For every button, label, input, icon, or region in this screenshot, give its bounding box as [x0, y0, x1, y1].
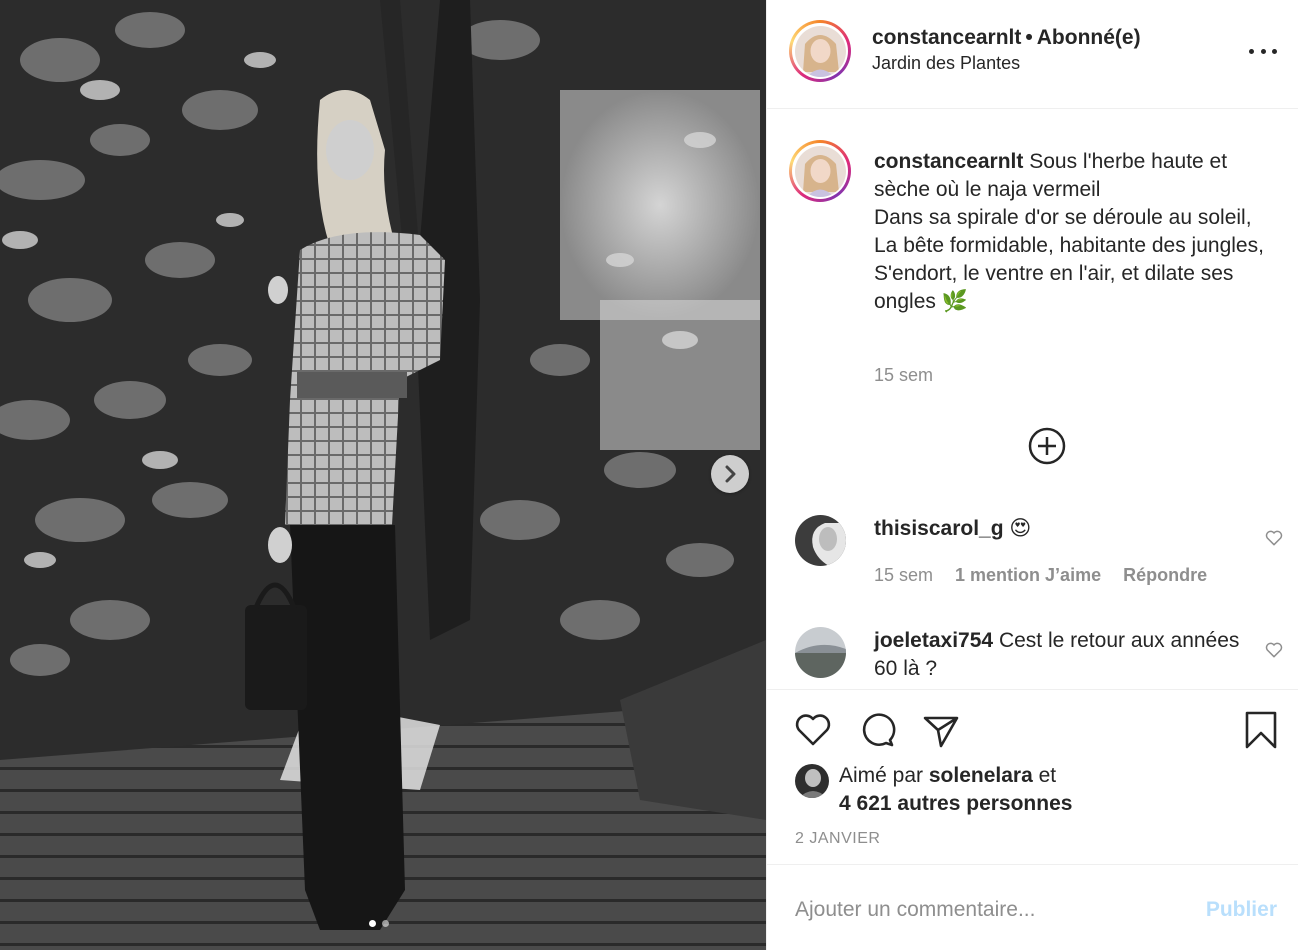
comment-text: 😍	[1009, 517, 1032, 540]
post-date[interactable]: 2 JANVIER	[795, 830, 880, 848]
comment-username[interactable]: joeletaxi754	[874, 629, 993, 652]
more-options-icon[interactable]	[1249, 40, 1277, 62]
post-actions: Aimé par solenelara et 4 621 autres pers…	[767, 689, 1298, 865]
heart-icon[interactable]	[793, 710, 833, 750]
paper-plane-icon[interactable]	[921, 710, 961, 750]
publish-button[interactable]: Publier	[1206, 898, 1277, 922]
follow-status[interactable]: Abonné(e)	[1037, 26, 1141, 49]
likes-conjunction: et	[1038, 764, 1057, 787]
bookmark-icon[interactable]	[1241, 710, 1281, 750]
likes-prefix: Aimé par	[839, 764, 924, 787]
liker-username[interactable]: solenelara	[929, 764, 1033, 787]
post-location[interactable]: Jardin des Plantes	[872, 53, 1141, 74]
post-header-text: constancearnlt • Abonné(e) Jardin des Plan…	[872, 26, 1141, 74]
comment-item: joeletaxi754 Cest le retour aux années 6…	[874, 627, 1254, 683]
chevron-right-icon	[725, 465, 736, 483]
post-photo[interactable]	[0, 0, 766, 950]
post-caption: constancearnlt Sous l'herbe haute et sèc…	[874, 148, 1284, 316]
comment-heart-icon[interactable]	[1264, 528, 1284, 548]
header-separator: •	[1025, 26, 1033, 49]
comment-heart-icon[interactable]	[1264, 640, 1284, 660]
caption-timestamp[interactable]: 15 sem	[874, 365, 933, 386]
comments-section[interactable]: constancearnlt Sous l'herbe haute et sèc…	[767, 110, 1298, 688]
likes-summary: Aimé par solenelara et 4 621 autres pers…	[795, 762, 1072, 818]
author-avatar[interactable]	[789, 20, 851, 82]
comment-item: thisiscarol_g 😍	[874, 515, 1254, 543]
post-image	[0, 0, 766, 950]
comment-input[interactable]	[795, 894, 1175, 926]
liker-avatar[interactable]	[795, 764, 829, 798]
comment-time[interactable]: 15 sem	[874, 565, 933, 586]
commenter-avatar[interactable]	[795, 627, 846, 678]
plus-circle-icon[interactable]	[1027, 426, 1067, 466]
next-slide-button[interactable]	[711, 455, 749, 493]
comment-username[interactable]: thisiscarol_g	[874, 517, 1004, 540]
avatar-image	[794, 25, 846, 77]
comment-likes[interactable]: 1 mention J’aime	[955, 565, 1101, 586]
author-username[interactable]: constancearnlt	[872, 26, 1021, 49]
post-side-panel: constancearnlt • Abonné(e) Jardin des Plan…	[766, 0, 1298, 950]
post-header: constancearnlt • Abonné(e) Jardin des Plan…	[767, 0, 1298, 109]
slide-indicator	[369, 920, 389, 927]
caption-text: Sous l'herbe haute et sèche où le naja v…	[874, 150, 1264, 313]
avatar-image	[794, 145, 846, 197]
commenter-avatar[interactable]	[795, 515, 846, 566]
caption-author-avatar[interactable]	[789, 140, 851, 202]
comment-meta: 15 sem 1 mention J’aime Répondre	[874, 565, 1207, 586]
reply-button[interactable]: Répondre	[1123, 565, 1207, 586]
slide-dot	[382, 920, 389, 927]
add-comment-bar: Publier	[767, 866, 1298, 950]
likes-count[interactable]: 4 621 autres personnes	[839, 792, 1072, 815]
caption-username[interactable]: constancearnlt	[874, 150, 1023, 173]
slide-dot-active	[369, 920, 376, 927]
comment-icon[interactable]	[857, 710, 897, 750]
